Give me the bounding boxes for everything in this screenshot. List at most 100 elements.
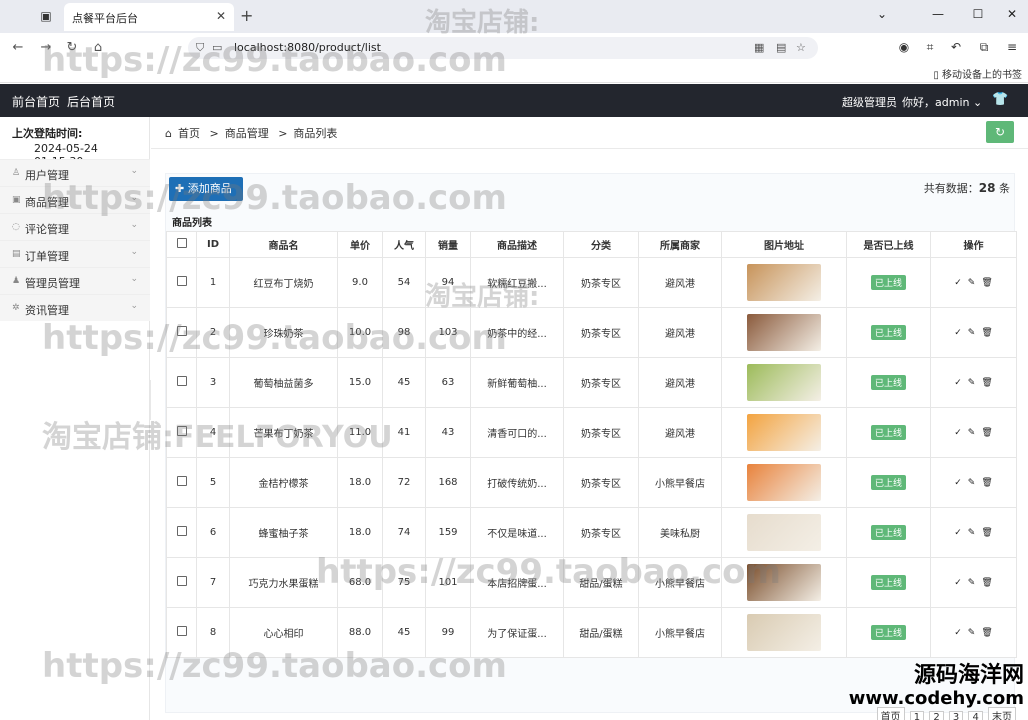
status-badge[interactable]: 已上线 bbox=[870, 375, 906, 390]
forward-icon[interactable]: → bbox=[38, 40, 54, 55]
image-cell bbox=[721, 257, 847, 308]
delete-icon[interactable]: 🗑 bbox=[981, 578, 992, 588]
edit-icon[interactable]: ✎ bbox=[968, 478, 976, 488]
name-cell: 葡萄柚益菌多 bbox=[229, 357, 338, 408]
status-badge[interactable]: 已上线 bbox=[870, 275, 906, 290]
status-badge[interactable]: 已上线 bbox=[870, 625, 906, 640]
bookmark-star-icon[interactable]: ☆ bbox=[796, 41, 806, 54]
status-badge[interactable]: 已上线 bbox=[870, 525, 906, 540]
tab-list-icon[interactable]: ▣ bbox=[38, 8, 54, 24]
breadcrumb-home[interactable]: 首页 bbox=[178, 127, 200, 140]
edit-icon[interactable]: ✎ bbox=[968, 278, 976, 288]
breadcrumb-section[interactable]: 商品管理 bbox=[225, 127, 269, 140]
close-tab-icon[interactable]: ✕ bbox=[216, 9, 226, 23]
row-checkbox[interactable] bbox=[176, 426, 187, 436]
browser-tabbar: ▣ 点餐平台后台 ✕ + ⌄ — ☐ ✕ bbox=[0, 0, 1028, 33]
row-checkbox[interactable] bbox=[176, 326, 187, 336]
col-category: 分类 bbox=[563, 231, 639, 258]
pager-page[interactable]: 4 bbox=[968, 711, 983, 720]
undo-icon[interactable]: ↶ bbox=[948, 40, 964, 54]
extensions-icon[interactable]: ⧉ bbox=[976, 40, 992, 55]
sidebar-item-admins[interactable]: ♟ 管理员管理 ⌄ bbox=[0, 267, 150, 294]
back-home-link[interactable]: 后台首页 bbox=[67, 93, 115, 110]
select-all-checkbox[interactable] bbox=[176, 238, 187, 248]
popularity-cell: 45 bbox=[382, 357, 426, 408]
admin-role: 超级管理员 bbox=[842, 96, 897, 109]
reader-view-icon[interactable]: ▤ bbox=[776, 41, 786, 54]
sidebar-item-users[interactable]: ♙ 用户管理 ⌄ bbox=[0, 159, 150, 186]
edit-icon[interactable]: ✎ bbox=[968, 578, 976, 588]
gear-icon: ✲ bbox=[12, 303, 20, 313]
pager-page[interactable]: 1 bbox=[909, 711, 925, 720]
minimize-icon[interactable]: — bbox=[928, 7, 948, 21]
refresh-button[interactable]: ↻ bbox=[986, 121, 1014, 143]
chevron-down-icon[interactable]: ⌄ bbox=[872, 7, 892, 21]
row-checkbox[interactable] bbox=[176, 626, 187, 636]
menu-icon[interactable]: ≡ bbox=[1004, 40, 1020, 54]
toggle-status-icon[interactable]: ✓ bbox=[954, 378, 962, 388]
maximize-icon[interactable]: ☐ bbox=[968, 7, 988, 21]
price-cell: 18.0 bbox=[337, 507, 383, 558]
id-cell: 4 bbox=[196, 407, 230, 458]
sidebar-item-news[interactable]: ✲ 资讯管理 ⌄ bbox=[0, 294, 150, 321]
new-tab-icon[interactable]: + bbox=[240, 6, 253, 25]
screenshot-icon[interactable]: ⌗ bbox=[922, 40, 938, 55]
delete-icon[interactable]: 🗑 bbox=[981, 328, 992, 338]
product-table: ID 商品名 单价 人气 销量 商品描述 分类 所属商家 图片地址 是否已上线 … bbox=[166, 231, 1017, 658]
status-badge[interactable]: 已上线 bbox=[870, 575, 906, 590]
window-close-icon[interactable]: ✕ bbox=[1002, 7, 1022, 21]
sidebar-item-comments[interactable]: ◌ 评论管理 ⌄ bbox=[0, 213, 150, 240]
theme-shirt-icon[interactable]: 👕 bbox=[992, 92, 1008, 107]
col-status: 是否已上线 bbox=[846, 231, 931, 258]
pager-first[interactable]: 首页 bbox=[876, 707, 905, 720]
pager-last[interactable]: 末页 bbox=[988, 707, 1016, 720]
reload-icon[interactable]: ↻ bbox=[64, 40, 80, 55]
toggle-status-icon[interactable]: ✓ bbox=[954, 628, 962, 638]
toggle-status-icon[interactable]: ✓ bbox=[954, 478, 962, 488]
delete-icon[interactable]: 🗑 bbox=[981, 478, 992, 488]
sidebar-item-label: 资讯管理 bbox=[25, 304, 69, 317]
delete-icon[interactable]: 🗑 bbox=[981, 628, 992, 638]
browser-tab[interactable]: 点餐平台后台 ✕ bbox=[64, 3, 234, 31]
edit-icon[interactable]: ✎ bbox=[968, 378, 976, 388]
url-text[interactable]: localhost:8080/product/list bbox=[234, 41, 381, 54]
toggle-status-icon[interactable]: ✓ bbox=[954, 528, 962, 538]
toggle-status-icon[interactable]: ✓ bbox=[954, 278, 962, 288]
toggle-status-icon[interactable]: ✓ bbox=[954, 428, 962, 438]
edit-icon[interactable]: ✎ bbox=[968, 328, 976, 338]
account-icon[interactable]: ◉ bbox=[896, 40, 912, 54]
edit-icon[interactable]: ✎ bbox=[968, 428, 976, 438]
pagination: 首页 1 2 3 4 末页 bbox=[875, 707, 1016, 720]
back-icon[interactable]: ← bbox=[10, 40, 26, 55]
id-cell: 5 bbox=[196, 457, 230, 508]
qr-code-icon[interactable]: ▦ bbox=[754, 41, 764, 54]
row-checkbox[interactable] bbox=[176, 476, 187, 486]
home-icon[interactable]: ⌂ bbox=[90, 40, 106, 55]
add-product-button[interactable]: ✚ 添加商品 bbox=[169, 177, 243, 201]
mobile-bookmarks[interactable]: ▯ 移动设备上的书签 bbox=[933, 66, 1022, 81]
page-info-icon[interactable]: ▭ bbox=[212, 41, 222, 54]
user-menu[interactable]: 你好，admin ⌄ bbox=[902, 94, 982, 110]
toggle-status-icon[interactable]: ✓ bbox=[954, 578, 962, 588]
delete-icon[interactable]: 🗑 bbox=[981, 428, 992, 438]
delete-icon[interactable]: 🗑 bbox=[981, 528, 992, 538]
pager-page[interactable]: 3 bbox=[948, 711, 964, 720]
row-checkbox[interactable] bbox=[176, 576, 187, 586]
delete-icon[interactable]: 🗑 bbox=[981, 278, 992, 288]
sidebar-item-goods[interactable]: ▣ 商品管理 ⌄ bbox=[0, 186, 150, 213]
status-badge[interactable]: 已上线 bbox=[870, 425, 906, 440]
status-badge[interactable]: 已上线 bbox=[870, 475, 906, 490]
row-checkbox[interactable] bbox=[176, 526, 187, 536]
pager-page[interactable]: 2 bbox=[929, 711, 944, 720]
toggle-status-icon[interactable]: ✓ bbox=[954, 328, 962, 338]
sidebar-item-orders[interactable]: ▤ 订单管理 ⌄ bbox=[0, 240, 150, 267]
front-home-link[interactable]: 前台首页 bbox=[12, 93, 60, 110]
edit-icon[interactable]: ✎ bbox=[968, 528, 976, 538]
delete-icon[interactable]: 🗑 bbox=[981, 378, 992, 388]
desc-cell: 打破传统奶... bbox=[470, 457, 564, 508]
row-checkbox[interactable] bbox=[176, 276, 187, 286]
address-bar[interactable]: ⛉ ▭ localhost:8080/product/list ▦ ▤ ☆ bbox=[188, 37, 818, 59]
status-badge[interactable]: 已上线 bbox=[870, 325, 906, 340]
row-checkbox[interactable] bbox=[176, 376, 187, 386]
edit-icon[interactable]: ✎ bbox=[968, 628, 976, 638]
